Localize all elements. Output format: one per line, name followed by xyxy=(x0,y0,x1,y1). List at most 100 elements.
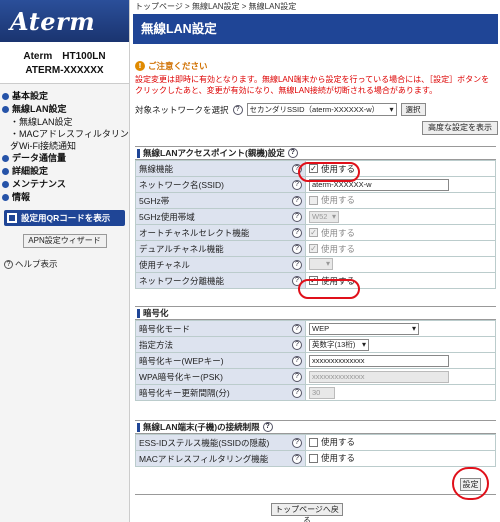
help-icon[interactable]: ? xyxy=(292,339,302,350)
help-icon[interactable]: ? xyxy=(292,323,302,334)
help-icon[interactable]: ? xyxy=(292,259,302,270)
nav-maintenance[interactable]: メンテナンス xyxy=(0,178,129,191)
nav-data-usage[interactable]: データ通信量 xyxy=(0,152,129,165)
help-icon[interactable]: ? xyxy=(292,355,302,366)
target-network-select[interactable]: セカンダリSSID（aterm-XXXXXX-w） xyxy=(246,103,397,116)
notice-title: ご注意ください xyxy=(148,61,208,71)
logo: Aterm xyxy=(0,0,129,42)
target-network-row: 対象ネットワークを選択 ? セカンダリSSID（aterm-XXXXXX-w） … xyxy=(135,103,426,116)
wireless-enable-checkbox[interactable]: ✓ 使用する xyxy=(309,163,355,175)
help-icon[interactable]: ? xyxy=(262,422,273,432)
table-row: ネットワーク名(SSID)? aterm-XXXXXX-w xyxy=(135,176,496,193)
help-icon[interactable]: ? xyxy=(292,179,302,190)
target-network-label: 対象ネットワークを選択 xyxy=(135,104,229,115)
table-row: 指定方法? 英数字(13桁) xyxy=(135,336,496,353)
section-header: 無線LANアクセスポイント(親機)設定 ? xyxy=(135,146,496,160)
save-settings-button[interactable]: 設定 xyxy=(460,478,481,491)
warning-icon: ! xyxy=(135,61,145,71)
help-icon[interactable]: ? xyxy=(292,243,302,254)
bullet-icon xyxy=(2,181,9,188)
table-row: ネットワーク分離機能? ✓ 使用する xyxy=(135,272,496,289)
qr-code-icon xyxy=(7,213,17,223)
apn-wizard-button[interactable]: APN設定ウィザード xyxy=(22,234,107,248)
wep-key-input[interactable]: xxxxxxxxxxxxxx xyxy=(309,354,449,367)
encryption-mode-select[interactable]: WEP xyxy=(309,322,419,335)
dual-channel-checkbox[interactable]: ✓ 使用する xyxy=(309,243,355,255)
table-row: 無線機能? ✓ 使用する xyxy=(135,160,496,177)
bullet-icon xyxy=(2,194,9,201)
sidebar-nav: 基本設定 無線LAN設定 ・無線LAN設定 ・MACアドレスフィルタリング ・W… xyxy=(0,84,129,204)
nav-wireless-lan[interactable]: 無線LAN設定 xyxy=(0,103,129,116)
channel-select[interactable] xyxy=(309,257,333,270)
bullet-icon xyxy=(2,106,9,113)
check-icon: ✓ xyxy=(309,276,318,285)
help-icon[interactable]: ? xyxy=(292,275,302,286)
divider xyxy=(135,494,496,495)
table-row: MACアドレスフィルタリング機能? 使用する xyxy=(135,450,496,467)
nav-basic-settings[interactable]: 基本設定 xyxy=(0,90,129,103)
show-qr-code-button[interactable]: 設定用QRコードを表示 xyxy=(4,210,125,226)
help-icon[interactable]: ? xyxy=(292,387,302,398)
help-icon[interactable]: ? xyxy=(292,437,302,448)
auto-channel-checkbox[interactable]: ✓ 使用する xyxy=(309,227,355,239)
help-icon[interactable]: ? xyxy=(292,163,302,174)
nav-sub-mac-filtering[interactable]: ・MACアドレスフィルタリング xyxy=(0,128,129,151)
table-row: 暗号化キー(WEPキー)? xxxxxxxxxxxxxx xyxy=(135,352,496,369)
key-interval-input[interactable]: 30 xyxy=(309,386,335,399)
psk-input[interactable]: xxxxxxxxxxxxxx xyxy=(309,370,449,383)
table-row: 使用チャネル? xyxy=(135,256,496,273)
encryption-section: 暗号化 暗号化モード? WEP 指定方法? 英数字(13桁) 暗号化キー(WEP… xyxy=(135,306,496,401)
network-separation-checkbox[interactable]: ✓ 使用する xyxy=(309,275,355,287)
show-advanced-button[interactable]: 高度な設定を表示 xyxy=(422,121,498,135)
table-row: 5GHz使用帯域? W52 xyxy=(135,208,496,225)
select-button[interactable]: 選択 xyxy=(400,103,426,116)
table-row: 暗号化キー更新間隔(分)? 30 xyxy=(135,384,496,401)
help-icon[interactable]: ? xyxy=(232,104,243,115)
table-row: ESS-IDステルス機能(SSIDの隠蔽)? 使用する xyxy=(135,434,496,451)
bullet-icon xyxy=(2,155,9,162)
table-row: 5GHz帯? 使用する xyxy=(135,192,496,209)
help-icon[interactable]: ? xyxy=(292,453,302,464)
stealth-checkbox[interactable]: 使用する xyxy=(309,436,355,448)
band5-use-select[interactable]: W52 xyxy=(309,210,339,223)
ssid-input[interactable]: aterm-XXXXXX-w xyxy=(309,178,449,191)
nav-sub-wireless-lan-settings[interactable]: ・無線LAN設定 xyxy=(0,116,129,128)
model-info: Aterm HT100LN ATERM-XXXXXX xyxy=(0,42,129,84)
help-icon[interactable]: ? xyxy=(287,148,298,158)
nav-sub-wifi-notify[interactable]: ・Wi-Fi接続通知 xyxy=(0,140,129,152)
back-to-top-button[interactable]: トップページへ戻る xyxy=(271,503,343,522)
help-icon[interactable]: ? xyxy=(292,195,302,206)
help-icon[interactable]: ? xyxy=(292,371,302,382)
ap-settings-table: 無線機能? ✓ 使用する ネットワーク名(SSID)? aterm-XXXXXX-… xyxy=(135,160,496,289)
help-icon: ? xyxy=(4,259,13,269)
logo-text: Aterm xyxy=(10,6,96,36)
page-title: 無線LAN設定 xyxy=(133,14,498,44)
nav-advanced-settings[interactable]: 詳細設定 xyxy=(0,165,129,178)
section-header: 暗号化 xyxy=(135,306,496,320)
breadcrumb: トップページ > 無線LAN設定 > 無線LAN設定 xyxy=(135,2,297,11)
notice-header: ! ご注意ください xyxy=(135,60,208,72)
table-row: デュアルチャネル機能? ✓ 使用する xyxy=(135,240,496,257)
table-row: 暗号化モード? WEP xyxy=(135,320,496,337)
section-header: 無線LAN端末(子機)の接続制限 ? xyxy=(135,420,496,434)
help-link[interactable]: ? ヘルプ表示 xyxy=(0,258,129,270)
connection-restriction-section: 無線LAN端末(子機)の接続制限 ? ESS-IDステルス機能(SSIDの隠蔽)… xyxy=(135,420,496,467)
help-icon[interactable]: ? xyxy=(292,227,302,238)
key-method-select[interactable]: 英数字(13桁) xyxy=(309,338,369,351)
ap-settings-section: 無線LANアクセスポイント(親機)設定 ? 無線機能? ✓ 使用する ネットワーク… xyxy=(135,146,496,289)
device-name: ATERM-XXXXXX xyxy=(25,65,104,76)
mac-filter-checkbox[interactable]: 使用する xyxy=(309,452,355,464)
model-name: Aterm HT100LN xyxy=(23,51,106,62)
restriction-table: ESS-IDステルス機能(SSIDの隠蔽)? 使用する MACアドレスフィルタリ… xyxy=(135,434,496,467)
bullet-icon xyxy=(2,168,9,175)
check-icon: ✓ xyxy=(309,164,318,173)
sidebar: Aterm Aterm HT100LN ATERM-XXXXXX 基本設定 無線… xyxy=(0,0,130,522)
check-icon: ✓ xyxy=(309,228,318,237)
check-icon: ✓ xyxy=(309,244,318,253)
band5-checkbox[interactable]: 使用する xyxy=(309,194,355,206)
help-icon[interactable]: ? xyxy=(292,211,302,222)
notice-text: 設定変更は即時に有効となります。無線LAN端末から設定を行っている場合には、［設… xyxy=(135,75,490,95)
table-row: オートチャネルセレクト機能? ✓ 使用する xyxy=(135,224,496,241)
bullet-icon xyxy=(2,93,9,100)
nav-info[interactable]: 情報 xyxy=(0,191,129,204)
